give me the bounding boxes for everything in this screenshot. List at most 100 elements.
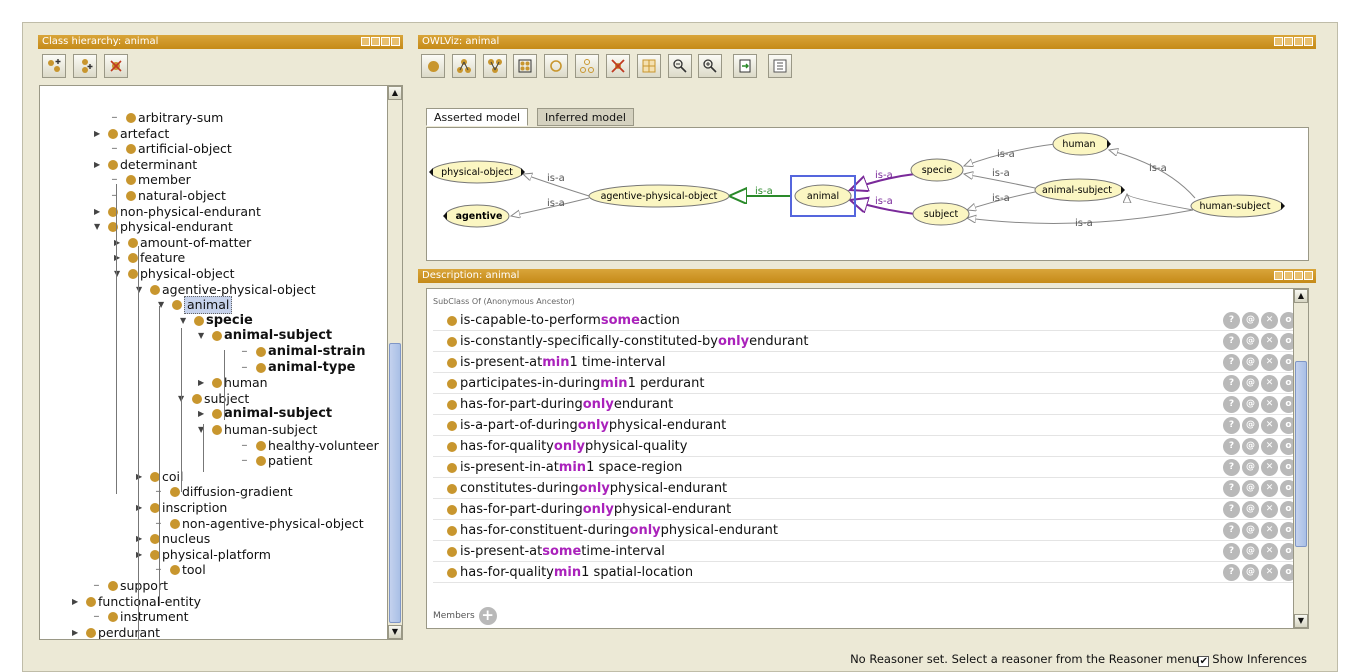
show-superclasses-button[interactable] (482, 54, 507, 78)
restriction-row[interactable]: is-present-in-at min 1 space-region ? @ ✕ o (433, 458, 1301, 478)
restriction-row[interactable]: constitutes-during only physical-enduran… (433, 479, 1301, 499)
hide-grid-button[interactable] (636, 54, 661, 78)
restriction-row[interactable]: is-a-part-of-during only physical-endura… (433, 416, 1301, 436)
tree-node[interactable]: ─ animal-type (242, 360, 355, 376)
tree-node[interactable]: ▶ feature (114, 250, 185, 266)
show-subclasses-button[interactable] (451, 54, 476, 78)
annotate-button[interactable]: @ (1242, 417, 1259, 434)
scroll-thumb[interactable] (389, 343, 401, 623)
class-tree-scrollbar[interactable]: ▲ ▼ (387, 86, 402, 639)
delete-button[interactable]: ✕ (1261, 375, 1278, 392)
restriction-row[interactable]: is-constantly-specifically-constituted-b… (433, 332, 1301, 352)
tree-node[interactable]: ▼ physical-endurant (94, 219, 233, 235)
restriction-row[interactable]: is-present-at some time-interval ? @ ✕ o (433, 542, 1301, 562)
tree-node[interactable]: ─ healthy-volunteer (242, 438, 379, 454)
annotate-button[interactable]: @ (1242, 459, 1259, 476)
tree-node[interactable]: ─ member (112, 172, 191, 188)
export-button[interactable] (733, 54, 758, 78)
annotate-button[interactable]: @ (1242, 438, 1259, 455)
expand-arrow-icon[interactable]: ▶ (94, 204, 108, 220)
explain-button[interactable]: ? (1223, 417, 1240, 434)
node-physical-object[interactable]: physical-object (429, 160, 525, 184)
delete-button[interactable]: ✕ (1261, 354, 1278, 371)
expand-arrow-icon[interactable]: ▶ (198, 406, 212, 422)
node-agentive[interactable]: agentive (443, 204, 510, 228)
explain-button[interactable]: ? (1223, 396, 1240, 413)
expand-arrow-icon[interactable]: ▶ (72, 594, 86, 610)
annotate-button[interactable]: @ (1242, 333, 1259, 350)
tree-node[interactable]: ▶ nucleus (136, 531, 210, 547)
restriction-row[interactable]: participates-in-during min 1 perdurant? @… (433, 374, 1301, 394)
tree-node[interactable]: ▼ agentive-physical-object (136, 282, 316, 298)
add-member-button[interactable]: + (478, 607, 497, 625)
add-subclass-button[interactable] (42, 54, 66, 78)
annotate-button[interactable]: @ (1242, 396, 1259, 413)
restriction-row[interactable]: has-for-part-during only endurant ? @ ✕ o (433, 395, 1301, 415)
expand-arrow-icon[interactable]: ▼ (158, 297, 172, 313)
tree-node[interactable]: ─ artificial-object (112, 141, 232, 157)
explain-button[interactable]: ? (1223, 522, 1240, 539)
delete-button[interactable]: ✕ (1261, 417, 1278, 434)
expand-arrow-icon[interactable]: ▼ (198, 422, 212, 438)
node-human-subject[interactable]: human-subject (1190, 194, 1285, 218)
show-all-button[interactable] (513, 54, 538, 78)
annotate-button[interactable]: @ (1242, 375, 1259, 392)
show-inferences-toggle[interactable]: ✔ Show Inferences (1198, 647, 1307, 671)
annotate-button[interactable]: @ (1242, 564, 1259, 581)
explain-button[interactable]: ? (1223, 480, 1240, 497)
delete-class-button[interactable] (103, 54, 128, 78)
tree-node[interactable]: ─ animal-strain (242, 344, 366, 360)
tree-node[interactable]: ▼ animal (158, 296, 233, 315)
owlviz-graph[interactable]: is-a is-a is-a is-a is-a is-a is-a is-a … (426, 127, 1309, 261)
delete-button[interactable]: ✕ (1261, 438, 1278, 455)
node-animal-subject[interactable]: animal-subject (1034, 178, 1125, 202)
tree-node[interactable]: ─ support (94, 578, 168, 594)
restriction-row[interactable]: has-for-constituent-during only physical… (433, 521, 1301, 541)
tree-node[interactable]: ─ natural-object (112, 188, 226, 204)
tab-asserted-model[interactable]: Asserted model (426, 108, 529, 126)
class-tree[interactable]: ─ arbitrary-sum ▶ artefact ─ artificial-objec… (39, 85, 403, 640)
explain-button[interactable]: ? (1223, 354, 1240, 371)
tree-node[interactable]: ▶ non-physical-endurant (94, 204, 261, 220)
tree-node[interactable]: ▼ animal-subject (198, 328, 332, 344)
panel-window-buttons[interactable] (1274, 271, 1313, 280)
delete-button[interactable]: ✕ (1261, 501, 1278, 518)
scroll-down-arrow[interactable]: ▼ (388, 625, 402, 639)
delete-button[interactable]: ✕ (1261, 522, 1278, 539)
annotate-button[interactable]: @ (1242, 312, 1259, 329)
scroll-thumb[interactable] (1295, 361, 1307, 547)
explain-button[interactable]: ? (1223, 459, 1240, 476)
tree-node[interactable]: ▶ inscription (136, 500, 227, 516)
explain-button[interactable]: ? (1223, 312, 1240, 329)
expand-arrow-icon[interactable]: ▶ (94, 157, 108, 173)
tree-node[interactable]: ─ arbitrary-sum (112, 110, 223, 126)
panel-window-buttons[interactable] (361, 37, 400, 46)
expand-arrow-icon[interactable]: ▼ (198, 328, 212, 344)
delete-button[interactable]: ✕ (1261, 543, 1278, 560)
restriction-row[interactable]: is-capable-to-perform some action ? @ ✕ o (433, 311, 1301, 331)
tree-node[interactable]: ▶ amount-of-matter (114, 235, 251, 251)
delete-button[interactable]: ✕ (1261, 459, 1278, 476)
annotate-button[interactable]: @ (1242, 501, 1259, 518)
explain-button[interactable]: ? (1223, 543, 1240, 560)
tree-node[interactable]: ▼subject (178, 391, 249, 407)
tab-inferred-model[interactable]: Inferred model (537, 108, 634, 126)
scroll-up-arrow[interactable]: ▲ (388, 86, 402, 100)
tree-node[interactable]: ▶ physical-platform (136, 547, 271, 563)
restriction-row[interactable]: has-for-quality only physical-quality? @ ✕… (433, 437, 1301, 457)
hide-class-button[interactable] (544, 54, 569, 78)
tree-node[interactable]: ▶ artefact (94, 126, 169, 142)
node-agentive-physical-object[interactable]: agentive-physical-object (588, 184, 730, 208)
tree-node[interactable]: ▼ human-subject (198, 422, 317, 438)
tree-node[interactable]: ─non-agentive-physical-object (156, 516, 364, 532)
explain-button[interactable]: ? (1223, 333, 1240, 350)
delete-button[interactable]: ✕ (1261, 396, 1278, 413)
annotate-button[interactable]: @ (1242, 354, 1259, 371)
restriction-row[interactable]: is-present-at min 1 time-interval ? @ ✕ o (433, 353, 1301, 373)
show-inferences-checkbox[interactable]: ✔ (1198, 656, 1210, 667)
add-sibling-button[interactable] (72, 54, 97, 78)
scroll-up-arrow[interactable]: ▲ (1294, 289, 1308, 303)
restriction-row[interactable]: has-for-part-during only physical-endura… (433, 500, 1301, 520)
node-subject[interactable]: subject (912, 202, 970, 226)
expand-arrow-icon[interactable]: ▶ (72, 625, 86, 639)
